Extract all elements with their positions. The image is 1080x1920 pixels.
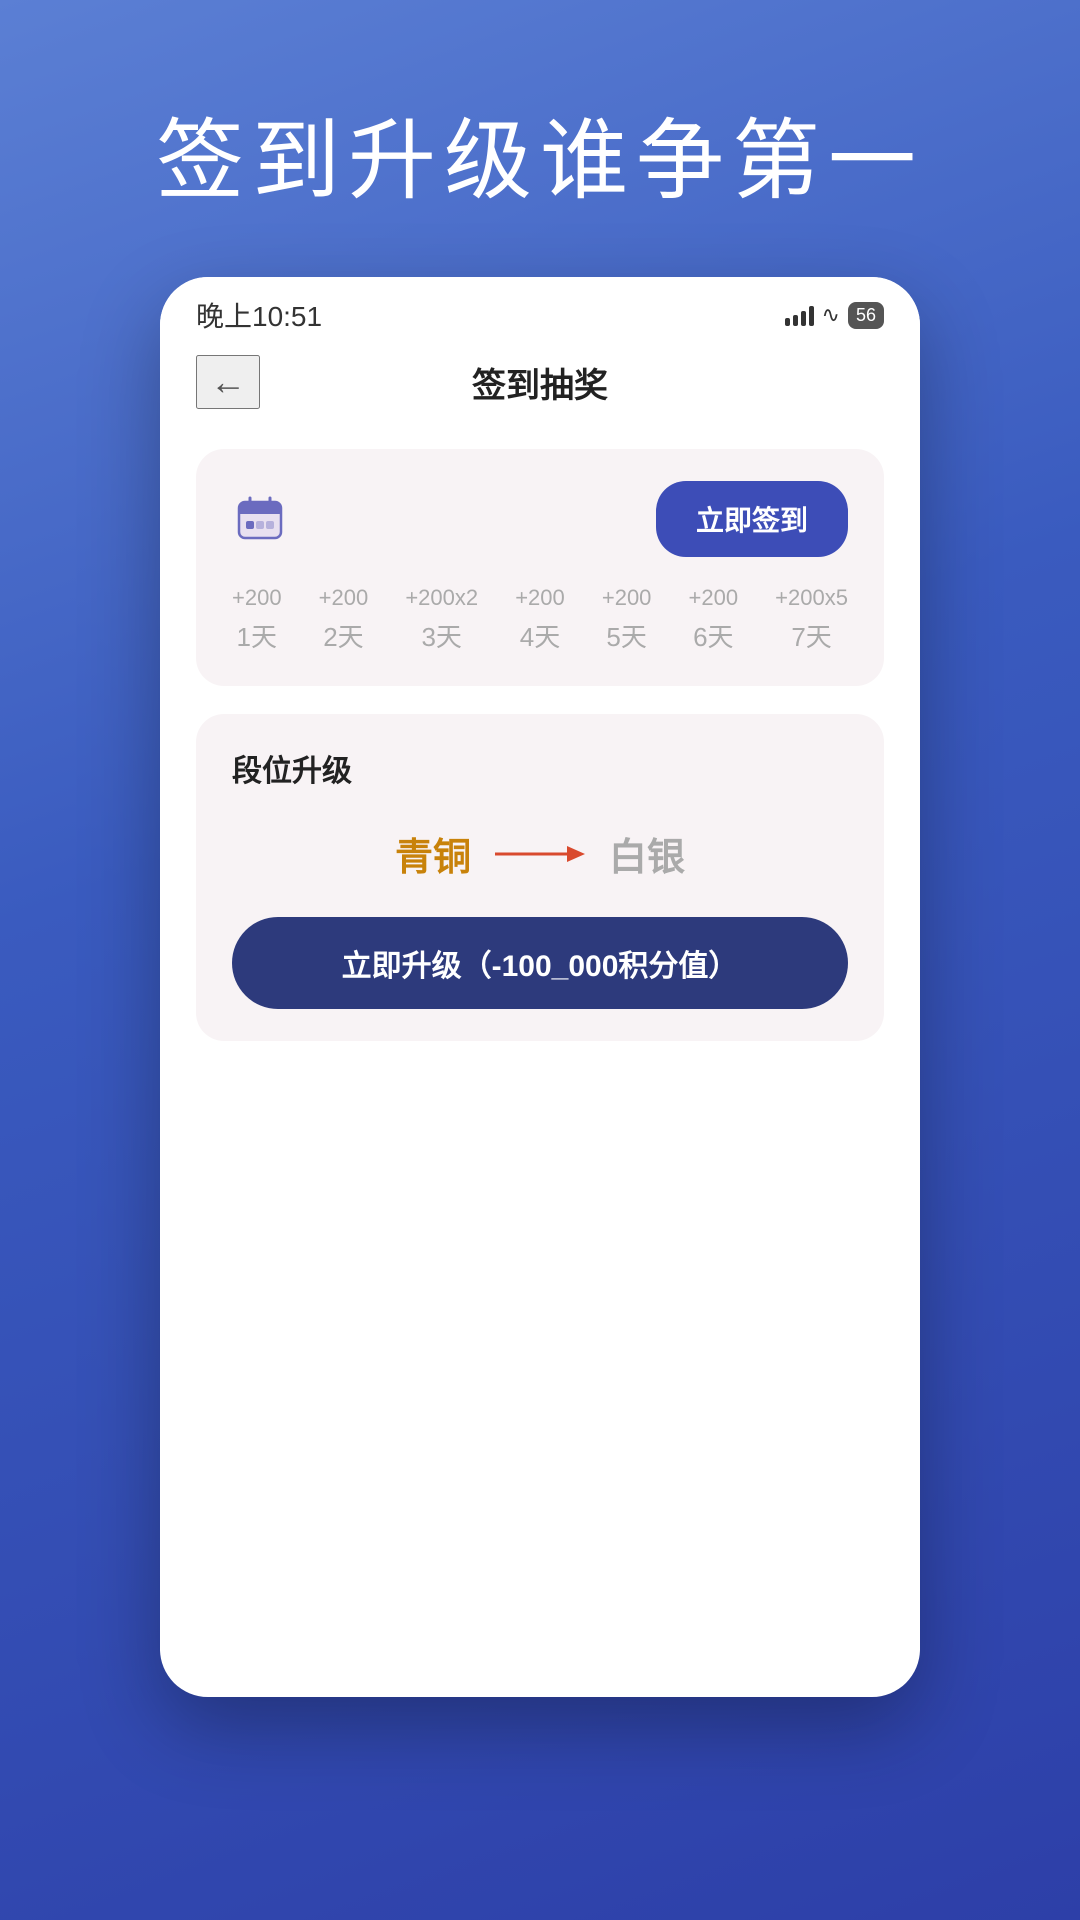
upgrade-button[interactable]: 立即升级（-100_000积分值） — [232, 917, 848, 1009]
day-item-4: +200 4天 — [515, 585, 565, 654]
battery-indicator: 56 — [848, 302, 884, 329]
content-area: 立即签到 +200 1天 +200 2天 +200x2 3天 +200 — [160, 429, 920, 1061]
nav-bar: ← 签到抽奖 — [160, 343, 920, 429]
calendar-icon — [232, 491, 288, 547]
nav-title: 签到抽奖 — [472, 358, 608, 407]
rank-card: 段位升级 青铜 白银 立即升级（-100_000积分值） — [196, 714, 884, 1041]
day-label-7: 7天 — [791, 617, 831, 654]
signin-button[interactable]: 立即签到 — [656, 481, 848, 557]
day-points-6: +200 — [689, 585, 739, 611]
day-item-1: +200 1天 — [232, 585, 282, 654]
day-label-2: 2天 — [323, 617, 363, 654]
day-points-4: +200 — [515, 585, 565, 611]
day-points-2: +200 — [319, 585, 369, 611]
rank-upgrade-row: 青铜 白银 — [232, 826, 848, 881]
back-button[interactable]: ← — [196, 355, 260, 409]
day-item-5: +200 5天 — [602, 585, 652, 654]
day-points-7: +200x5 — [775, 585, 848, 611]
day-item-2: +200 2天 — [319, 585, 369, 654]
day-points-3: +200x2 — [405, 585, 478, 611]
day-label-6: 6天 — [693, 617, 733, 654]
rank-from: 青铜 — [395, 826, 471, 881]
days-grid: +200 1天 +200 2天 +200x2 3天 +200 4天 +200 — [232, 585, 848, 654]
signal-icon — [785, 304, 814, 326]
phone-body-space — [160, 1061, 920, 1461]
day-points-1: +200 — [232, 585, 282, 611]
battery-level: 56 — [856, 305, 876, 326]
rank-card-title: 段位升级 — [232, 746, 848, 790]
rank-to: 白银 — [609, 826, 685, 881]
status-time: 晚上10:51 — [196, 295, 322, 335]
signin-card-header: 立即签到 — [232, 481, 848, 557]
day-item-6: +200 6天 — [689, 585, 739, 654]
hero-title: 签到升级谁争第一 — [0, 90, 1080, 217]
phone-mockup: 晚上10:51 ∿ 56 ← 签到抽奖 — [160, 277, 920, 1697]
day-label-1: 1天 — [237, 617, 277, 654]
day-label-5: 5天 — [606, 617, 646, 654]
status-icons: ∿ 56 — [785, 302, 884, 329]
wifi-icon: ∿ — [822, 302, 840, 328]
day-points-5: +200 — [602, 585, 652, 611]
day-item-3: +200x2 3天 — [405, 585, 478, 654]
day-label-4: 4天 — [520, 617, 560, 654]
signin-card: 立即签到 +200 1天 +200 2天 +200x2 3天 +200 — [196, 449, 884, 686]
day-item-7: +200x5 7天 — [775, 585, 848, 654]
status-bar: 晚上10:51 ∿ 56 — [160, 277, 920, 343]
day-label-3: 3天 — [421, 617, 461, 654]
rank-arrow-icon — [495, 842, 585, 866]
